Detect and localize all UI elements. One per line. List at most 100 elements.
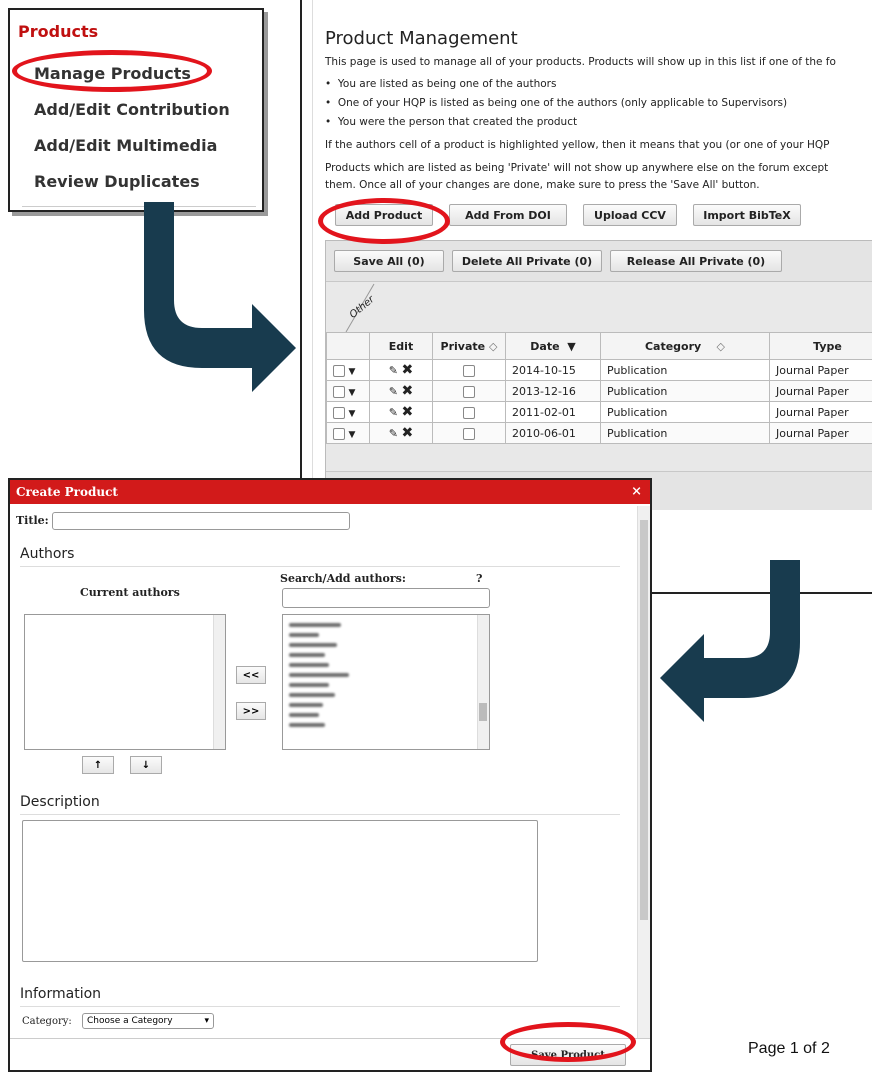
delete-all-private-button[interactable]: Delete All Private (0) — [452, 250, 602, 272]
row-select-cell: ▼ — [327, 381, 370, 402]
list-item[interactable] — [289, 633, 319, 637]
row-edit-cell: ✎ ✖ — [370, 402, 433, 423]
row-edit-cell: ✎ ✖ — [370, 381, 433, 402]
author-search-input[interactable] — [282, 588, 490, 608]
row-private-cell — [433, 402, 506, 423]
scrollbar-thumb[interactable] — [640, 520, 648, 920]
edit-icon[interactable]: ✎ — [389, 385, 398, 398]
list-item[interactable] — [289, 663, 329, 667]
scrollbar-thumb[interactable] — [479, 703, 487, 721]
move-left-button[interactable]: << — [236, 666, 266, 684]
current-authors-list[interactable] — [24, 614, 226, 750]
table-row[interactable]: ▼ ✎ ✖ 2010-06-01 Publication Journal Pap… — [327, 423, 872, 444]
sort-icon: ◇ — [489, 340, 497, 353]
description-textarea[interactable] — [22, 820, 538, 962]
list-item[interactable] — [289, 693, 335, 697]
list-item[interactable] — [289, 643, 337, 647]
page-intro: This page is used to manage all of your … — [325, 56, 836, 68]
bullet-item: • One of your HQP is listed as being one… — [325, 97, 787, 109]
scrollbar[interactable] — [213, 615, 225, 749]
list-item[interactable] — [289, 713, 319, 717]
row-type: Journal Paper — [770, 381, 872, 402]
row-checkbox[interactable] — [333, 386, 345, 398]
private-checkbox[interactable] — [463, 365, 475, 377]
curved-arrow-icon — [130, 200, 300, 380]
highlight-ring-manage-products — [12, 50, 212, 92]
row-date: 2010-06-01 — [506, 423, 601, 444]
row-checkbox[interactable] — [333, 365, 345, 377]
row-type: Journal Paper — [770, 360, 872, 381]
highlight-ring-add-product — [318, 198, 450, 244]
sidebar-item-review-duplicates[interactable]: Review Duplicates — [34, 172, 200, 191]
list-item[interactable] — [289, 653, 325, 657]
page-number: Page 1 of 2 — [748, 1040, 830, 1058]
page-note-private: Products which are listed as being 'Priv… — [325, 162, 828, 174]
add-from-doi-button[interactable]: Add From DOI — [449, 204, 567, 226]
expand-triangle-icon[interactable]: ▼ — [349, 388, 356, 398]
list-item[interactable] — [289, 723, 325, 727]
row-date: 2013-12-16 — [506, 381, 601, 402]
column-header-private[interactable]: Private ◇ — [433, 333, 506, 360]
private-checkbox[interactable] — [463, 428, 475, 440]
row-type: Journal Paper — [770, 402, 872, 423]
edit-icon[interactable]: ✎ — [389, 406, 398, 419]
list-item[interactable] — [289, 683, 329, 687]
title-input[interactable] — [52, 512, 350, 530]
delete-icon[interactable]: ✖ — [401, 404, 413, 420]
expand-triangle-icon[interactable]: ▼ — [349, 409, 356, 419]
row-category: Publication — [601, 423, 770, 444]
row-private-cell — [433, 423, 506, 444]
list-item[interactable] — [289, 703, 323, 707]
description-section-heading: Description — [20, 794, 100, 810]
sort-desc-icon: ▼ — [567, 340, 575, 353]
category-select-value: Choose a Category — [87, 1016, 173, 1026]
table-row[interactable]: ▼ ✎ ✖ 2013-12-16 Publication Journal Pap… — [327, 381, 872, 402]
edit-icon[interactable]: ✎ — [389, 427, 398, 440]
table-toolbar: Save All (0) Delete All Private (0) Rele… — [326, 241, 872, 282]
sidebar-item-add-edit-multimedia[interactable]: Add/Edit Multimedia — [34, 136, 217, 155]
help-icon[interactable]: ? — [476, 572, 482, 585]
row-select-cell: ▼ — [327, 360, 370, 381]
expand-triangle-icon[interactable]: ▼ — [349, 367, 356, 377]
delete-icon[interactable]: ✖ — [401, 362, 413, 378]
sidebar-item-add-edit-contribution[interactable]: Add/Edit Contribution — [34, 100, 230, 119]
list-item[interactable] — [289, 623, 341, 627]
move-up-button[interactable]: ↑ — [82, 756, 114, 774]
row-checkbox[interactable] — [333, 428, 345, 440]
sort-icon: ◇ — [717, 340, 725, 353]
upload-ccv-button[interactable]: Upload CCV — [583, 204, 677, 226]
row-category: Publication — [601, 381, 770, 402]
expand-triangle-icon[interactable]: ▼ — [349, 430, 356, 440]
row-select-cell: ▼ — [327, 423, 370, 444]
bullet-text: One of your HQP is listed as being one o… — [338, 97, 787, 109]
row-select-cell: ▼ — [327, 402, 370, 423]
column-header-category[interactable]: Category ◇ — [601, 333, 770, 360]
move-down-button[interactable]: ↓ — [130, 756, 162, 774]
import-bibtex-button[interactable]: Import BibTeX — [693, 204, 801, 226]
dialog-scrollbar[interactable] — [637, 506, 650, 1038]
table-row[interactable]: ▼ ✎ ✖ 2014-10-15 Publication Journal Pap… — [327, 360, 872, 381]
scrollbar[interactable] — [477, 615, 489, 749]
column-header-label: Category — [645, 340, 701, 353]
save-all-button[interactable]: Save All (0) — [334, 250, 444, 272]
private-checkbox[interactable] — [463, 407, 475, 419]
delete-icon[interactable]: ✖ — [401, 383, 413, 399]
curved-arrow-icon — [660, 558, 810, 718]
column-header-date[interactable]: Date ▼ — [506, 333, 601, 360]
row-private-cell — [433, 381, 506, 402]
move-right-button[interactable]: >> — [236, 702, 266, 720]
release-all-private-button[interactable]: Release All Private (0) — [610, 250, 782, 272]
category-select[interactable]: Choose a Category ▾ — [82, 1013, 214, 1029]
information-section-heading: Information — [20, 986, 101, 1002]
private-checkbox[interactable] — [463, 386, 475, 398]
table-row[interactable]: ▼ ✎ ✖ 2011-02-01 Publication Journal Pap… — [327, 402, 872, 423]
column-header-type[interactable]: Type — [770, 333, 872, 360]
row-checkbox[interactable] — [333, 407, 345, 419]
section-divider — [20, 814, 620, 815]
close-icon[interactable]: × — [631, 480, 642, 504]
list-item[interactable] — [289, 673, 349, 677]
dialog-title: Create Product — [16, 480, 118, 504]
available-authors-list[interactable] — [282, 614, 490, 750]
delete-icon[interactable]: ✖ — [401, 425, 413, 441]
edit-icon[interactable]: ✎ — [389, 364, 398, 377]
